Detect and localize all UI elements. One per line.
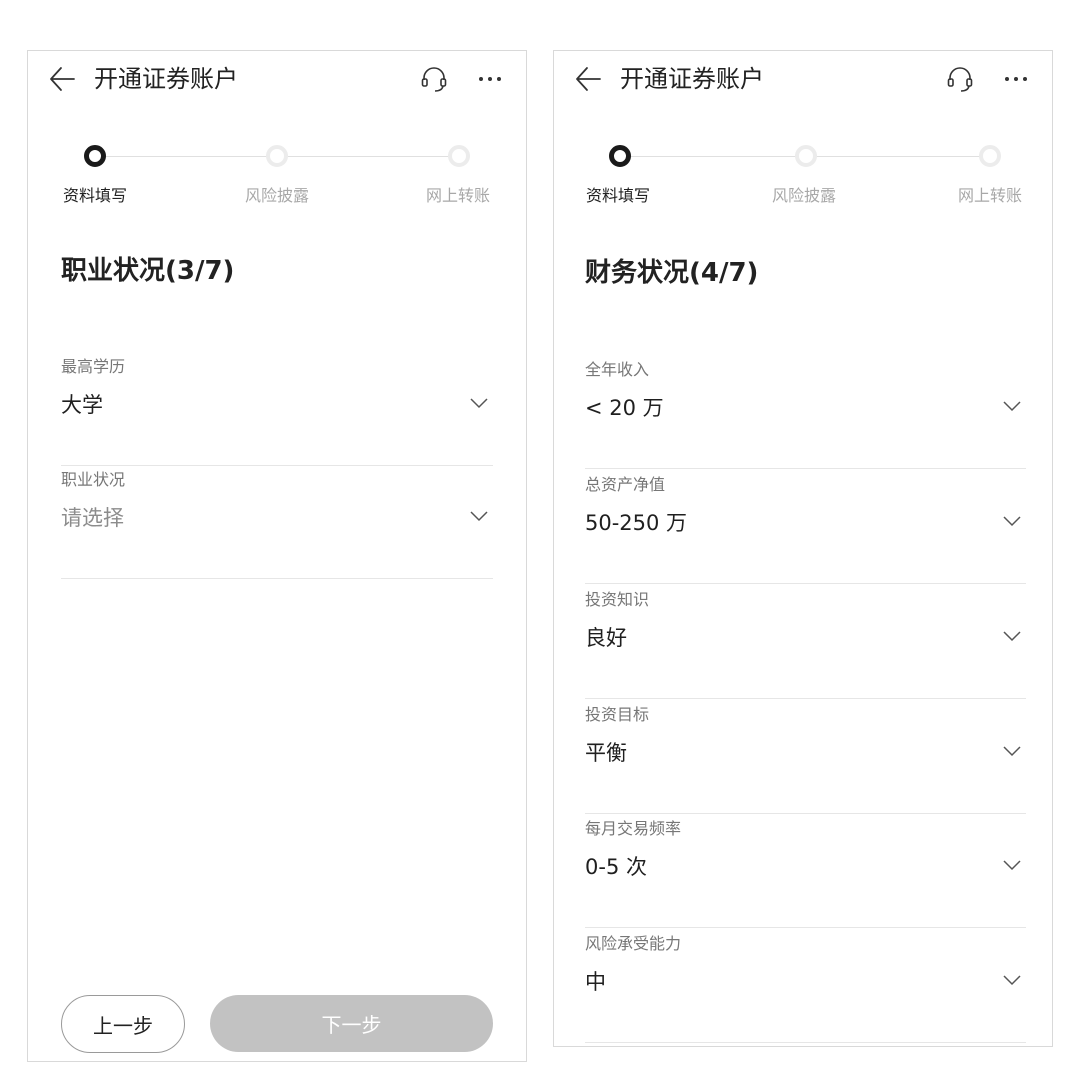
field-label: 总资产净值 [585, 475, 666, 494]
step-label-3: 网上转账 [958, 186, 1023, 205]
step-dot-1 [609, 145, 631, 167]
risk-tolerance-select[interactable]: 风险承受能力 中 [585, 933, 1026, 1043]
field-value: 0-5 次 [585, 855, 647, 879]
step-dot-3 [448, 145, 470, 167]
field-placeholder: 请选择 [61, 506, 124, 530]
field-label: 全年收入 [585, 360, 650, 379]
progress-stepper: 资料填写 风险披露 网上转账 [28, 143, 526, 213]
section-title: 财务状况(4/7) [585, 258, 759, 288]
headset-icon[interactable] [420, 65, 448, 93]
chevron-down-icon [1003, 746, 1021, 757]
step-dot-1 [84, 145, 106, 167]
field-value: 50-250 万 [585, 511, 688, 535]
field-label: 职业状况 [61, 470, 126, 489]
chevron-down-icon [1003, 401, 1021, 412]
chevron-down-icon [1003, 975, 1021, 986]
step-label-1: 资料填写 [586, 186, 651, 205]
field-value: 良好 [585, 626, 627, 650]
field-value: 中 [585, 970, 606, 994]
step-label-2: 风险披露 [245, 186, 310, 205]
step-dot-3 [979, 145, 1001, 167]
chevron-down-icon [470, 511, 488, 522]
step-connector [817, 156, 981, 157]
back-arrow-icon[interactable] [48, 65, 76, 93]
investment-goal-select[interactable]: 投资目标 平衡 [585, 704, 1026, 814]
screen-occupation: 开通证券账户 资料填写 风险披露 网上转账 职业状况(3/7) 最高学历 大学 … [27, 50, 527, 1062]
field-value: 大学 [61, 393, 103, 417]
step-dot-2 [266, 145, 288, 167]
page-title: 开通证券账户 [94, 65, 238, 93]
step-connector [288, 156, 448, 157]
top-bar: 开通证券账户 [28, 51, 526, 107]
chevron-down-icon [1003, 631, 1021, 642]
step-connector [106, 156, 266, 157]
field-label: 每月交易频率 [585, 819, 682, 838]
step-label-1: 资料填写 [63, 186, 128, 205]
step-label-2: 风险披露 [772, 186, 837, 205]
screen-financial: 开通证券账户 资料填写 风险披露 网上转账 财务状况(4/7) 全年收入 < 2… [553, 50, 1053, 1047]
investment-knowledge-select[interactable]: 投资知识 良好 [585, 589, 1026, 699]
next-step-button[interactable]: 下一步 [210, 995, 493, 1052]
more-icon[interactable] [1002, 65, 1030, 93]
annual-income-select[interactable]: 全年收入 < 20 万 [585, 359, 1026, 469]
education-select[interactable]: 最高学历 大学 [61, 356, 493, 466]
field-label: 最高学历 [61, 357, 126, 376]
top-bar: 开通证券账户 [554, 51, 1052, 107]
step-connector [631, 156, 797, 157]
page-title: 开通证券账户 [620, 65, 764, 93]
field-label: 投资知识 [585, 590, 650, 609]
net-assets-select[interactable]: 总资产净值 50-250 万 [585, 474, 1026, 584]
section-title: 职业状况(3/7) [61, 256, 235, 286]
step-label-3: 网上转账 [426, 186, 491, 205]
field-value: < 20 万 [585, 396, 664, 420]
chevron-down-icon [470, 398, 488, 409]
progress-stepper: 资料填写 风险披露 网上转账 [554, 143, 1052, 213]
chevron-down-icon [1003, 860, 1021, 871]
field-label: 投资目标 [585, 705, 650, 724]
occupation-select[interactable]: 职业状况 请选择 [61, 469, 493, 579]
chevron-down-icon [1003, 516, 1021, 527]
more-icon[interactable] [476, 65, 504, 93]
trading-frequency-select[interactable]: 每月交易频率 0-5 次 [585, 818, 1026, 928]
back-arrow-icon[interactable] [574, 65, 602, 93]
step-dot-2 [795, 145, 817, 167]
headset-icon[interactable] [946, 65, 974, 93]
field-value: 平衡 [585, 741, 627, 765]
field-label: 风险承受能力 [585, 934, 682, 953]
previous-step-button[interactable]: 上一步 [61, 995, 185, 1053]
